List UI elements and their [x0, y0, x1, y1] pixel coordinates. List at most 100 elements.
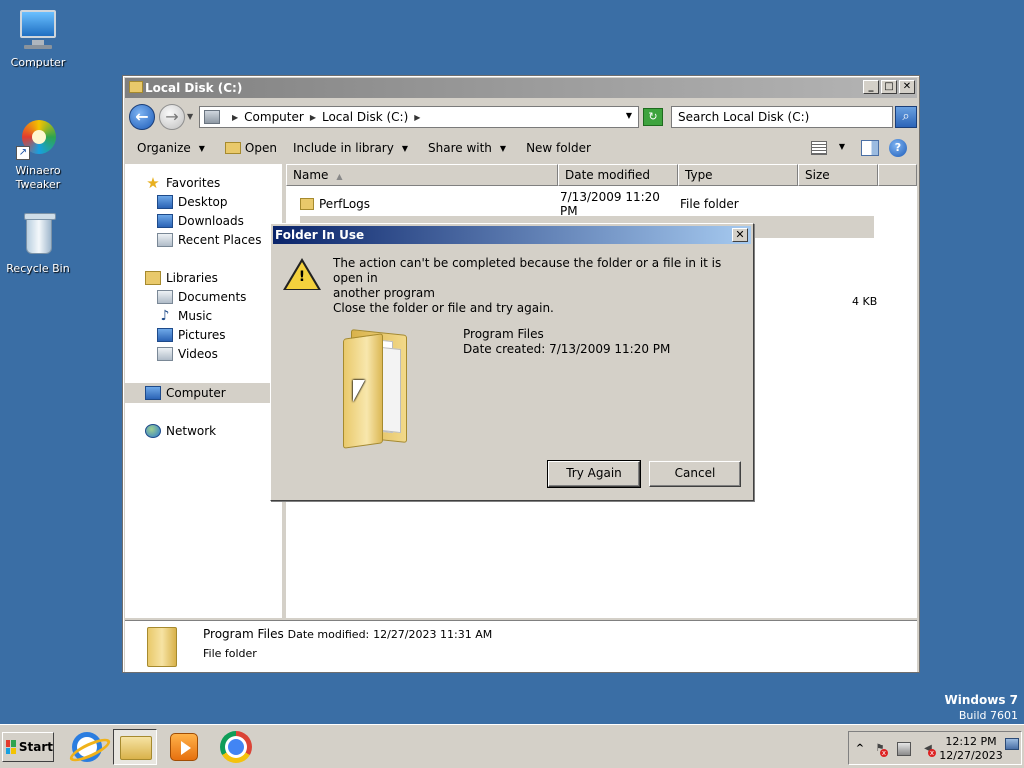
new-folder-button[interactable]: New folder	[526, 141, 591, 155]
dialog-message-line: The action can't be completed because th…	[333, 256, 722, 285]
desktop-icon	[157, 195, 173, 209]
nav-item-desktop[interactable]: Desktop	[157, 193, 228, 211]
nav-item-recent-places[interactable]: Recent Places	[157, 231, 261, 249]
column-header-empty	[878, 164, 917, 186]
maximize-button[interactable]: □	[881, 80, 897, 94]
nav-label: Documents	[178, 290, 247, 304]
show-hidden-icons-button[interactable]: ^	[853, 742, 867, 756]
folder-in-use-dialog: Folder In Use ✕ ! The action can't be co…	[270, 223, 754, 501]
nav-item-documents[interactable]: Documents	[157, 288, 246, 306]
column-header-type[interactable]: Type	[678, 164, 798, 186]
cancel-button[interactable]: Cancel	[649, 461, 741, 487]
column-label: Size	[805, 168, 830, 182]
taskbar-chrome[interactable]	[214, 729, 258, 765]
share-with-label: Share with	[428, 141, 492, 155]
taskbar-windows-explorer[interactable]	[113, 729, 157, 765]
nav-item-computer[interactable]: Computer	[145, 384, 226, 402]
breadcrumb-separator[interactable]: ▶	[414, 113, 420, 122]
search-icon[interactable]: ⌕	[895, 106, 917, 128]
show-desktop-button[interactable]	[1005, 738, 1019, 750]
dialog-title: Folder In Use	[275, 228, 365, 242]
file-size: 4 KB	[852, 295, 878, 308]
nav-item-favorites[interactable]: ★ Favorites	[145, 174, 220, 192]
watermark-title: Windows 7	[944, 693, 1018, 707]
warning-icon-mark: !	[298, 269, 306, 285]
include-in-library-button[interactable]: Include in library ▼	[293, 141, 408, 155]
drive-icon	[129, 81, 143, 93]
window-title: Local Disk (C:)	[145, 81, 243, 95]
back-button[interactable]: ←	[129, 104, 155, 130]
nav-item-libraries[interactable]: Libraries	[145, 269, 218, 287]
refresh-button[interactable]: ↻	[643, 108, 663, 126]
chevron-down-icon: ▼	[499, 143, 507, 153]
action-center-flag-icon[interactable]: ⚑ x	[873, 742, 888, 757]
column-header-size[interactable]: Size	[798, 164, 878, 186]
view-dropdown[interactable]: ▼	[839, 142, 845, 151]
dialog-message-line: another program	[333, 286, 435, 300]
desktop-icon-computer[interactable]: Computer	[2, 8, 74, 70]
search-input[interactable]: Search Local Disk (C:)	[671, 106, 893, 128]
forward-button[interactable]: →	[159, 104, 185, 130]
column-header-date-modified[interactable]: Date modified	[558, 164, 678, 186]
details-pane: Program Files Date modified: 12/27/2023 …	[125, 620, 917, 672]
start-button[interactable]: Start	[2, 732, 54, 762]
nav-label: Network	[166, 424, 217, 438]
network-icon	[145, 424, 161, 438]
mouse-cursor-icon	[353, 380, 365, 402]
breadcrumb-computer[interactable]: Computer	[244, 110, 304, 124]
details-date-value: 12/27/2023 11:31 AM	[373, 628, 493, 641]
column-label: Name	[293, 168, 329, 182]
start-label: Start	[18, 740, 53, 754]
clock-time: 12:12 PM	[945, 735, 997, 748]
desktop-icon-label: Computer	[10, 56, 66, 69]
chevron-down-icon: ▼	[401, 143, 408, 153]
table-row[interactable]: PerfLogs 7/13/2009 11:20 PM File folder	[300, 190, 800, 218]
breadcrumb-local-disk[interactable]: Local Disk (C:)	[322, 110, 408, 124]
folder-icon	[147, 627, 177, 667]
breadcrumb-separator[interactable]: ▶	[232, 113, 238, 122]
sort-ascending-icon: ▲	[336, 172, 343, 181]
taskbar-internet-explorer[interactable]	[66, 729, 110, 765]
nav-label: Desktop	[178, 195, 228, 209]
documents-icon	[157, 290, 173, 304]
windows-watermark: Windows 7 Build 7601	[945, 693, 1018, 723]
share-with-button[interactable]: Share with ▼	[428, 141, 506, 155]
nav-item-videos[interactable]: Videos	[157, 345, 218, 363]
network-status-icon[interactable]	[897, 742, 911, 756]
navigation-pane: ★ Favorites Desktop Downloads Recent Plac…	[125, 164, 285, 618]
try-again-button[interactable]: Try Again	[547, 460, 641, 488]
desktop-icon-label: Winaero Tweaker	[15, 164, 61, 191]
nav-label: Recent Places	[178, 233, 262, 247]
dialog-title-bar[interactable]: Folder In Use ✕	[273, 226, 751, 244]
nav-label: Downloads	[178, 214, 244, 228]
details-date-label: Date modified:	[287, 628, 370, 641]
address-bar[interactable]: ▶ Computer ▶ Local Disk (C:) ▶ ▼	[199, 106, 639, 128]
nav-item-music[interactable]: ♪ Music	[157, 307, 213, 325]
window-title-bar[interactable]: Local Disk (C:) _ □ ✕	[125, 78, 917, 98]
minimize-button[interactable]: _	[863, 80, 879, 94]
desktop-icon-recycle-bin[interactable]: Recycle Bin	[2, 213, 74, 276]
nav-label: Libraries	[166, 271, 218, 285]
recent-pages-dropdown[interactable]: ▼	[187, 112, 193, 121]
close-button[interactable]: ✕	[899, 80, 915, 94]
organize-button[interactable]: Organize ▼	[137, 141, 205, 155]
file-name: PerfLogs	[319, 197, 371, 211]
column-header-name[interactable]: Name ▲	[286, 164, 558, 186]
file-type: File folder	[680, 197, 739, 211]
volume-muted-icon[interactable]: ◀ x	[921, 742, 936, 757]
desktop-icon-winaero-tweaker[interactable]: ↗ Winaero Tweaker	[2, 116, 74, 192]
help-icon[interactable]: ?	[889, 139, 907, 157]
preview-pane-icon[interactable]	[861, 140, 879, 156]
nav-item-pictures[interactable]: Pictures	[157, 326, 226, 344]
change-view-icon[interactable]	[811, 141, 827, 155]
breadcrumb-separator[interactable]: ▶	[310, 113, 316, 122]
dialog-close-button[interactable]: ✕	[732, 228, 748, 242]
system-clock[interactable]: 12:12 PM 12/27/2023	[939, 735, 1003, 763]
nav-item-network[interactable]: Network	[145, 422, 216, 440]
windows-logo-icon	[6, 740, 16, 754]
nav-item-downloads[interactable]: Downloads	[157, 212, 244, 230]
chrome-icon	[220, 731, 252, 763]
taskbar-media-player[interactable]	[162, 729, 206, 765]
address-dropdown[interactable]: ▼	[626, 111, 632, 120]
open-button[interactable]: Open	[224, 141, 277, 155]
